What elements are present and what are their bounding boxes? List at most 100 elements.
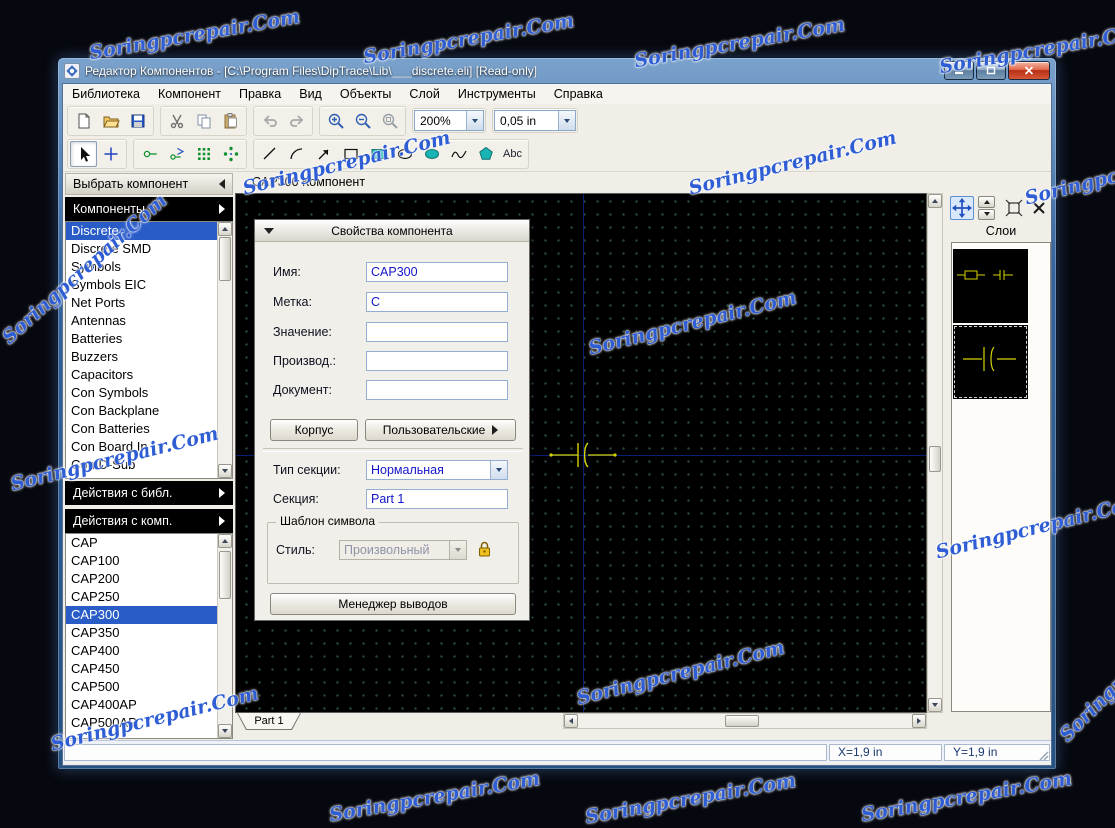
- zoom-in-button[interactable]: [322, 108, 349, 134]
- library-item[interactable]: Buzzers: [66, 348, 217, 366]
- library-item[interactable]: Con Backplane: [66, 402, 217, 420]
- library-item[interactable]: Capacitors: [66, 366, 217, 384]
- layer-up-button[interactable]: [978, 196, 995, 208]
- grid-combo-arrow-icon[interactable]: [558, 111, 575, 130]
- canvas-vertical-scrollbar[interactable]: [927, 193, 943, 713]
- section-field[interactable]: [366, 489, 508, 509]
- redo-button[interactable]: [283, 108, 310, 134]
- section-type-combo[interactable]: Нормальная: [366, 460, 508, 480]
- library-item[interactable]: Con D-Sub: [66, 456, 217, 474]
- scrollbar-thumb[interactable]: [219, 551, 231, 599]
- component-item[interactable]: CAP350: [66, 624, 217, 642]
- zoom-window-button[interactable]: [376, 108, 403, 134]
- arc-tool-button[interactable]: [283, 141, 310, 167]
- library-item[interactable]: Discrete SMD: [66, 240, 217, 258]
- scroll-left-icon[interactable]: [564, 714, 578, 728]
- menu-edit[interactable]: Правка: [230, 85, 290, 103]
- expand-right-icon[interactable]: [219, 488, 225, 498]
- library-item[interactable]: Batteries: [66, 330, 217, 348]
- expand-right-icon[interactable]: [219, 516, 225, 526]
- component-item[interactable]: CAP450: [66, 660, 217, 678]
- component-item[interactable]: CAP300: [66, 606, 217, 624]
- pan-tool-button[interactable]: [950, 196, 974, 220]
- text-tool-button[interactable]: Abc: [499, 141, 526, 167]
- capacitor-symbol[interactable]: [543, 437, 623, 473]
- menu-tools[interactable]: Инструменты: [449, 85, 545, 103]
- library-list-scrollbar[interactable]: [217, 222, 232, 478]
- pin-manager-button[interactable]: Менеджер выводов: [270, 593, 516, 615]
- part-tab[interactable]: Part 1: [237, 713, 301, 730]
- ellipse-tool-button[interactable]: [391, 141, 418, 167]
- scrollbar-thumb[interactable]: [725, 715, 759, 727]
- name-field[interactable]: [366, 262, 508, 282]
- component-item[interactable]: CAP400: [66, 642, 217, 660]
- fit-layer-button[interactable]: [1002, 196, 1026, 220]
- dialog-titlebar[interactable]: Свойства компонента: [255, 220, 529, 242]
- component-list-scrollbar[interactable]: [217, 534, 232, 738]
- component-item[interactable]: CAP: [66, 534, 217, 552]
- value-field[interactable]: [366, 322, 508, 342]
- refdes-field[interactable]: [366, 292, 508, 312]
- collapse-dialog-icon[interactable]: [264, 228, 274, 234]
- library-item[interactable]: Discrete: [66, 222, 217, 240]
- scroll-right-icon[interactable]: [912, 714, 926, 728]
- library-item[interactable]: Antennas: [66, 312, 217, 330]
- save-button[interactable]: [124, 108, 151, 134]
- select-component-header[interactable]: Выбрать компонент: [65, 173, 233, 195]
- collapse-left-icon[interactable]: [219, 179, 225, 189]
- component-item[interactable]: CAP200: [66, 570, 217, 588]
- library-item[interactable]: Con Batteries: [66, 420, 217, 438]
- manufacturer-field[interactable]: [366, 351, 508, 371]
- window-titlebar[interactable]: Редактор Компонентов - [C:\Program Files…: [62, 58, 1052, 83]
- components-header[interactable]: Компоненты: [65, 197, 233, 221]
- library-item[interactable]: Con Symbols: [66, 384, 217, 402]
- cut-button[interactable]: [163, 108, 190, 134]
- layer-down-button[interactable]: [978, 209, 995, 221]
- polyline-tool-button[interactable]: [445, 141, 472, 167]
- component-item[interactable]: CAP100: [66, 552, 217, 570]
- new-file-button[interactable]: [70, 108, 97, 134]
- menu-view[interactable]: Вид: [290, 85, 331, 103]
- scrollbar-thumb[interactable]: [219, 237, 231, 281]
- filled-rectangle-tool-button[interactable]: [364, 141, 391, 167]
- layer-0-tile[interactable]: Слой 0: [953, 249, 1028, 323]
- expand-right-icon[interactable]: [219, 204, 225, 214]
- open-button[interactable]: [97, 108, 124, 134]
- pin-tool-button[interactable]: [136, 141, 163, 167]
- pin-array-tool-button[interactable]: [163, 141, 190, 167]
- scroll-up-icon[interactable]: [218, 534, 232, 548]
- menu-objects[interactable]: Объекты: [331, 85, 401, 103]
- polygon-tool-button[interactable]: [472, 141, 499, 167]
- select-tool-button[interactable]: [70, 141, 97, 167]
- canvas-horizontal-scrollbar[interactable]: [563, 713, 927, 729]
- component-item[interactable]: CAP250: [66, 588, 217, 606]
- maximize-button[interactable]: [976, 61, 1006, 80]
- pin-pattern-tool-button[interactable]: [217, 141, 244, 167]
- origin-tool-button[interactable]: [97, 141, 124, 167]
- paste-button[interactable]: [217, 108, 244, 134]
- copy-button[interactable]: [190, 108, 217, 134]
- resize-grip[interactable]: [1037, 749, 1049, 761]
- component-item[interactable]: CAP400AP: [66, 696, 217, 714]
- scrollbar-thumb[interactable]: [929, 446, 941, 472]
- component-item[interactable]: CAP500: [66, 678, 217, 696]
- library-item[interactable]: Symbols: [66, 258, 217, 276]
- menu-component[interactable]: Компонент: [149, 85, 230, 103]
- grid-step-combo[interactable]: 0,05 in: [494, 110, 576, 131]
- menu-help[interactable]: Справка: [545, 85, 612, 103]
- combo-arrow-icon[interactable]: [490, 461, 507, 479]
- scroll-up-icon[interactable]: [928, 194, 942, 208]
- component-item[interactable]: CAP500AP: [66, 714, 217, 732]
- menu-library[interactable]: Библиотека: [63, 85, 149, 103]
- library-item[interactable]: Con Board In: [66, 438, 217, 456]
- library-item[interactable]: Symbols EIC: [66, 276, 217, 294]
- custom-fields-button[interactable]: Пользовательские: [365, 419, 516, 441]
- scroll-down-icon[interactable]: [218, 724, 232, 738]
- line-tool-button[interactable]: [256, 141, 283, 167]
- filled-ellipse-tool-button[interactable]: [418, 141, 445, 167]
- zoom-combo-arrow-icon[interactable]: [466, 111, 483, 130]
- datasheet-field[interactable]: [366, 380, 508, 400]
- rectangle-tool-button[interactable]: [337, 141, 364, 167]
- zoom-out-button[interactable]: [349, 108, 376, 134]
- scroll-up-icon[interactable]: [218, 222, 232, 236]
